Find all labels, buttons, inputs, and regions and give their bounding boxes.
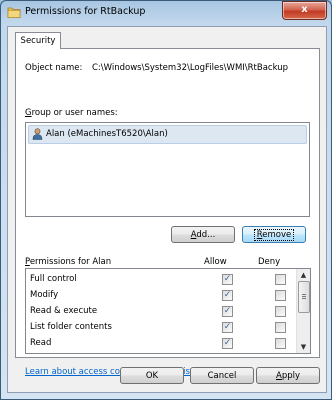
permission-row: Full control ✓ <box>26 272 296 288</box>
remove-button[interactable]: Remove <box>242 226 306 243</box>
permission-row: Read & execute ✓ <box>26 304 296 320</box>
deny-checkbox[interactable] <box>275 322 286 333</box>
apply-button[interactable]: Apply <box>256 367 320 384</box>
allow-checkbox[interactable]: ✓ <box>222 322 233 333</box>
permission-name: List folder contents <box>30 322 112 332</box>
allow-column-header: Allow <box>204 257 227 267</box>
tab-security[interactable]: Security <box>15 32 61 49</box>
add-button[interactable]: Add... <box>171 226 235 243</box>
dialog-client: Security Object name: C:\Windows\System3… <box>7 26 327 393</box>
permission-row: Modify ✓ <box>26 288 296 304</box>
window-title: Permissions for RtBackup <box>25 6 146 17</box>
title-bar[interactable]: Permissions for RtBackup x <box>0 0 332 25</box>
deny-checkbox[interactable] <box>275 290 286 301</box>
allow-checkbox[interactable]: ✓ <box>222 338 233 349</box>
deny-checkbox[interactable] <box>275 274 286 285</box>
deny-checkbox[interactable] <box>275 306 286 317</box>
allow-checkbox[interactable]: ✓ <box>222 306 233 317</box>
allow-checkbox[interactable]: ✓ <box>222 290 233 301</box>
allow-checkbox[interactable]: ✓ <box>222 274 233 285</box>
group-users-list[interactable]: Alan (eMachinesT6520\Alan) <box>25 122 310 217</box>
permission-row: Read ✓ <box>26 336 296 352</box>
permission-name: Read <box>30 338 52 348</box>
user-icon <box>32 128 43 140</box>
object-name-label: Object name: <box>25 63 83 73</box>
permission-name: Full control <box>30 274 77 284</box>
ok-button[interactable]: OK <box>120 367 184 384</box>
scrollbar-thumb[interactable] <box>298 281 310 313</box>
scroll-up-arrow-icon[interactable]: ▲ <box>297 269 310 281</box>
folder-icon <box>7 7 21 18</box>
deny-checkbox[interactable] <box>275 338 286 349</box>
permission-row: List folder contents ✓ <box>26 320 296 336</box>
user-name: Alan (eMachinesT6520\Alan) <box>46 129 168 139</box>
close-icon: x <box>301 4 308 15</box>
permissions-header: Permissions for Alan <box>25 257 112 267</box>
permission-name: Read & execute <box>30 306 98 316</box>
scroll-down-arrow-icon[interactable]: ▼ <box>297 341 310 353</box>
permissions-scrollbar[interactable]: ▲ ▼ <box>296 269 310 353</box>
permissions-list[interactable]: Full control ✓ Modify ✓ Read & execute ✓… <box>25 268 311 354</box>
list-item-user-alan[interactable]: Alan (eMachinesT6520\Alan) <box>28 125 307 144</box>
group-users-label: Group or user names: <box>25 108 118 118</box>
security-tab-page: Object name: C:\Windows\System32\LogFile… <box>15 48 320 377</box>
permission-name: Modify <box>30 290 59 300</box>
deny-column-header: Deny <box>258 257 281 267</box>
cancel-button[interactable]: Cancel <box>190 367 254 384</box>
object-name-value: C:\Windows\System32\LogFiles\WMI\RtBacku… <box>92 63 289 73</box>
close-button[interactable]: x <box>282 1 327 20</box>
